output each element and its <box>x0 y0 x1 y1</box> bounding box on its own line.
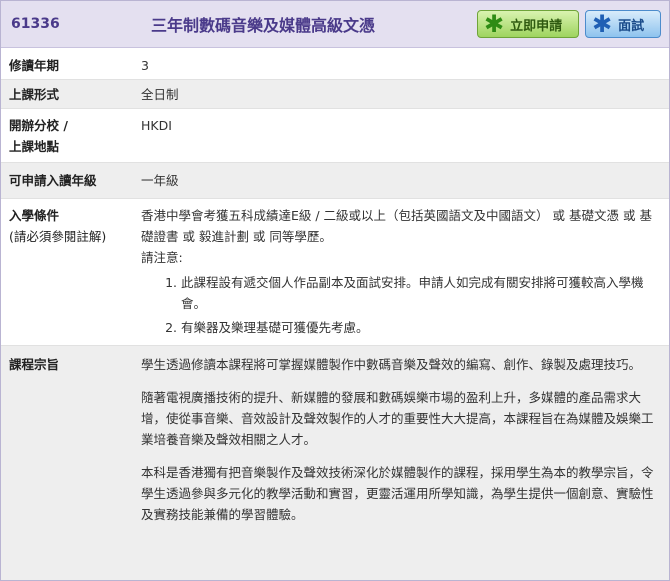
course-header: 61336 三年制數碼音樂及媒體高級文憑 ✱ 立即申請 ✱ 面試 <box>1 1 669 48</box>
asterisk-icon: ✱ <box>484 10 505 38</box>
objective-paragraph: 學生透過修讀本課程將可掌握媒體製作中數碼音樂及聲效的編寫、創作、錄製及處理技巧。 <box>141 357 642 372</box>
campus-label-line2: 上課地點 <box>9 139 60 154</box>
objectives-value: 學生透過修讀本課程將可掌握媒體製作中數碼音樂及聲效的編寫、創作、錄製及處理技巧。… <box>141 354 669 580</box>
row-objectives: 課程宗旨 學生透過修讀本課程將可掌握媒體製作中數碼音樂及聲效的編寫、創作、錄製及… <box>1 346 669 580</box>
entry-year-label: 可申請入讀年級 <box>9 173 97 188</box>
row-study-mode: 上課形式 全日制 <box>1 80 669 109</box>
entry-requirements-value: 香港中學會考獲五科成績達E級 / 二級或以上（包括英國語文及中國語文） 或 基礎… <box>141 205 669 345</box>
notes-heading: 請注意: <box>141 250 183 265</box>
interview-label: 面試 <box>618 18 645 34</box>
course-detail-panel: 61336 三年制數碼音樂及媒體高級文憑 ✱ 立即申請 ✱ 面試 修讀年期 3 … <box>0 0 670 581</box>
note-item: 此課程設有遞交個人作品副本及面試安排。申請人如完成有關安排將可獲較高入學機會。 <box>181 272 659 314</box>
study-mode-label: 上課形式 <box>9 87 60 102</box>
entry-requirements-note-link: (請必須參閱註解) <box>9 229 107 244</box>
row-duration: 修讀年期 3 <box>1 48 669 80</box>
entry-requirements-label: 入學條件 (請必須參閱註解) <box>1 205 141 345</box>
note-item: 有樂器及樂理基礎可獲優先考慮。 <box>181 317 659 338</box>
apply-now-label: 立即申請 <box>510 18 563 34</box>
apply-now-button[interactable]: ✱ 立即申請 <box>477 10 579 38</box>
notes-list: 此課程設有遞交個人作品副本及面試安排。申請人如完成有關安排將可獲較高入學機會。 … <box>141 272 659 338</box>
study-mode-value: 全日制 <box>141 87 179 102</box>
duration-value: 3 <box>141 58 149 73</box>
objective-paragraph: 隨著電視廣播技術的提升、新媒體的發展和數碼娛樂市場的盈利上升，多媒體的產品需求大… <box>141 390 654 447</box>
entry-requirements-title: 入學條件 <box>9 208 60 223</box>
objective-paragraph: 本科是香港獨有把音樂製作及聲效技術深化於媒體製作的課程，採用學生為本的教學宗旨，… <box>141 465 654 522</box>
objectives-label: 課程宗旨 <box>9 357 60 372</box>
row-entry-requirements: 入學條件 (請必須參閱註解) 香港中學會考獲五科成績達E級 / 二級或以上（包括… <box>1 199 669 346</box>
asterisk-icon: ✱ <box>592 10 613 38</box>
entry-requirements-text: 香港中學會考獲五科成績達E級 / 二級或以上（包括英國語文及中國語文） 或 基礎… <box>141 208 652 244</box>
campus-label-line1: 開辦分校 / <box>9 118 68 133</box>
campus-value: HKDI <box>141 118 172 133</box>
duration-label: 修讀年期 <box>9 58 60 73</box>
campus-label: 開辦分校 / 上課地點 <box>1 115 141 162</box>
course-code: 61336 <box>11 16 60 32</box>
row-campus: 開辦分校 / 上課地點 HKDI <box>1 109 669 163</box>
interview-button[interactable]: ✱ 面試 <box>585 10 661 38</box>
entry-year-value: 一年級 <box>141 173 179 188</box>
course-title: 三年制數碼音樂及媒體高級文憑 <box>151 16 376 35</box>
row-entry-year: 可申請入讀年級 一年級 <box>1 163 669 199</box>
